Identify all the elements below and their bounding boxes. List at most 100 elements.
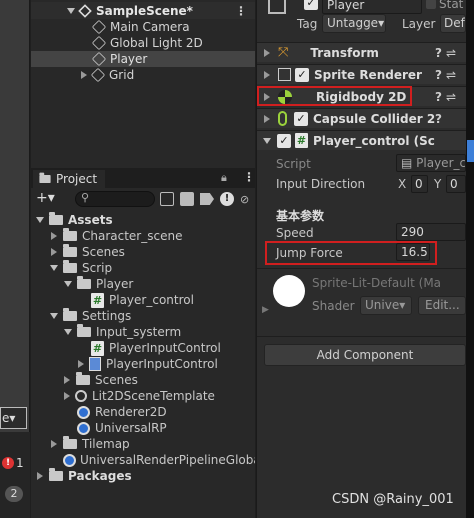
error-badge[interactable]: ! 1 xyxy=(2,456,24,470)
edit-shader-button[interactable]: Edit... xyxy=(418,296,466,315)
tree-item[interactable]: Input_systerm xyxy=(31,324,255,340)
kebab-menu-icon[interactable]: ⋮ xyxy=(235,4,247,18)
tree-item[interactable]: UniversalRenderPipelineGlobalS xyxy=(31,452,255,468)
render-asset-icon xyxy=(63,453,76,467)
speed-field[interactable]: 290 xyxy=(396,223,466,241)
hierarchy-item[interactable]: Main Camera xyxy=(31,19,255,35)
component-sprite-renderer[interactable]: ✓ Sprite Renderer ? ⇌ xyxy=(257,64,466,84)
gameobject-icon xyxy=(91,51,107,67)
tree-item[interactable]: Player xyxy=(31,276,255,292)
input-direction-label: Input Direction xyxy=(276,177,366,191)
enabled-checkbox[interactable]: ✓ xyxy=(295,67,309,82)
lock-icon[interactable]: 🔒︎ xyxy=(221,171,227,185)
hierarchy-item-label: Player xyxy=(110,52,148,66)
expand-icon[interactable] xyxy=(51,248,57,256)
expand-icon[interactable] xyxy=(50,313,58,319)
tab-project[interactable]: Project xyxy=(33,170,105,188)
script-asset-icon: ▤ xyxy=(401,156,417,170)
preset-icon[interactable]: ⇌ xyxy=(446,46,456,60)
tree-packages[interactable]: Packages xyxy=(31,468,255,484)
filter-icon[interactable] xyxy=(160,192,174,206)
tree-item[interactable]: Lit2DSceneTemplate xyxy=(31,388,255,404)
tree-item[interactable]: PlayerInputControl xyxy=(31,356,255,372)
tree-assets[interactable]: Assets xyxy=(31,212,255,228)
component-capsule-collider[interactable]: ✓ Capsule Collider 2 ? xyxy=(257,108,466,128)
tree-item[interactable]: # PlayerInputControl xyxy=(31,340,255,356)
hierarchy-item[interactable]: Grid xyxy=(31,67,255,83)
hierarchy-item-label: Main Camera xyxy=(110,20,190,34)
expand-icon[interactable] xyxy=(50,265,58,271)
x-field[interactable]: 0 xyxy=(411,175,428,193)
help-icon[interactable]: ? xyxy=(435,112,442,126)
help-icon[interactable]: ? xyxy=(435,90,442,104)
preset-icon[interactable]: ⇌ xyxy=(446,90,456,104)
tree-item[interactable]: Settings xyxy=(31,308,255,324)
folder-icon xyxy=(63,244,77,257)
tree-item[interactable]: Tilemap xyxy=(31,436,255,452)
expand-icon[interactable] xyxy=(37,472,43,480)
expand-icon[interactable] xyxy=(64,376,70,384)
expand-icon[interactable] xyxy=(264,70,270,79)
tree-label: Packages xyxy=(68,469,132,483)
expand-icon[interactable] xyxy=(81,71,87,79)
shader-dropdown[interactable]: Unive▾ xyxy=(360,296,412,315)
expand-icon[interactable] xyxy=(264,48,270,57)
preset-icon[interactable]: ⇌ xyxy=(446,68,456,82)
hidden-packages-icon[interactable]: ⊘ xyxy=(240,193,249,206)
enabled-checkbox[interactable]: ✓ xyxy=(294,111,308,126)
expand-icon[interactable] xyxy=(78,360,84,368)
expand-icon[interactable] xyxy=(36,217,44,223)
component-player-control[interactable]: ✓ # Player_control (Sc xyxy=(257,130,466,150)
y-label: Y xyxy=(434,177,442,191)
expand-icon[interactable] xyxy=(51,232,57,240)
right-edge-strip xyxy=(466,0,474,518)
rigidbody-highlight-box xyxy=(257,86,412,106)
hierarchy-item[interactable]: Global Light 2D xyxy=(31,35,255,51)
warning-badge[interactable]: 2 xyxy=(5,486,23,502)
active-checkbox[interactable]: ✓ xyxy=(304,0,318,10)
scene-root-row[interactable]: SampleScene* ⋮ xyxy=(31,2,255,19)
tree-item[interactable]: Renderer2D xyxy=(31,404,255,420)
gameobject-icon xyxy=(90,67,106,83)
warning-filter-icon[interactable]: ! xyxy=(220,192,234,206)
help-icon[interactable]: ? xyxy=(435,68,442,82)
label-filter-icon[interactable] xyxy=(200,193,214,205)
hierarchy-item-selected[interactable]: Player xyxy=(31,51,255,67)
tree-label: Scenes xyxy=(82,245,125,259)
static-toggle[interactable]: Stat xyxy=(426,0,463,11)
tree-item[interactable]: Scenes xyxy=(31,372,255,388)
tag-dropdown[interactable]: Untagge▾ xyxy=(322,14,386,33)
right-edge-accent xyxy=(467,140,474,162)
object-name-field[interactable]: Player xyxy=(322,0,422,14)
tree-item[interactable]: # Player_control xyxy=(31,292,255,308)
add-asset-button[interactable]: +▾ xyxy=(36,190,55,206)
y-field[interactable]: 0 xyxy=(446,175,466,193)
folder-icon xyxy=(63,260,77,273)
tree-item[interactable]: Scrip xyxy=(31,260,255,276)
render-asset-icon xyxy=(77,421,90,435)
folder-icon xyxy=(76,372,90,385)
kebab-menu-icon[interactable]: ⋮ xyxy=(243,170,255,184)
layer-dropdown[interactable]: Def xyxy=(440,14,466,33)
expand-icon[interactable] xyxy=(64,329,72,335)
expand-icon[interactable] xyxy=(64,281,72,287)
enabled-checkbox[interactable]: ✓ xyxy=(277,133,291,148)
tree-item[interactable]: Scenes xyxy=(31,244,255,260)
tree-item[interactable]: UniversalRP xyxy=(31,420,255,436)
tree-label: Player xyxy=(96,277,134,291)
expand-icon xyxy=(67,7,75,14)
help-icon[interactable]: ? xyxy=(435,46,442,60)
material-expand-icon[interactable]: ▶ xyxy=(262,305,269,315)
folder-icon xyxy=(49,212,63,225)
search-input[interactable]: ⚲ xyxy=(75,191,155,207)
scene-view-dropdown[interactable]: e▾ xyxy=(0,407,27,429)
expand-icon[interactable] xyxy=(263,137,271,144)
component-transform[interactable]: ⤧ Transform ? ⇌ xyxy=(257,42,466,62)
tree-item[interactable]: Character_scene xyxy=(31,228,255,244)
shader-label: Shader xyxy=(312,299,355,313)
expand-icon[interactable] xyxy=(264,114,270,123)
expand-icon[interactable] xyxy=(64,392,70,400)
add-component-button[interactable]: Add Component xyxy=(264,344,466,366)
type-filter-icon[interactable] xyxy=(180,192,194,206)
expand-icon[interactable] xyxy=(51,440,57,448)
